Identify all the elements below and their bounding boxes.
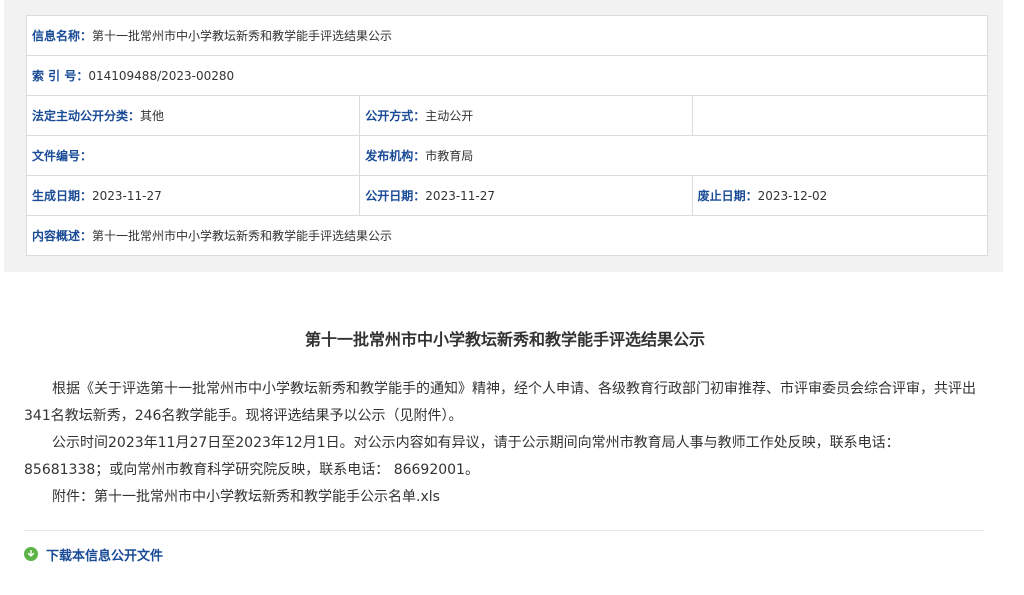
info-metadata-panel: 信息名称：第十一批常州市中小学教坛新秀和教学能手评选结果公示 索 引 号：014… [4,0,1003,272]
publish-date-value: 2023-11-27 [425,189,496,203]
publish-date-label: 公开日期： [365,189,426,203]
index-no-value: 014109488/2023-00280 [88,69,235,83]
article-title: 第十一批常州市中小学教坛新秀和教学能手评选结果公示 [304,330,705,349]
meta-row-index-no: 索 引 号：014109488/2023-00280 [26,55,988,96]
index-no-label: 索 引 号： [32,69,89,83]
meta-cell-index-no: 索 引 号：014109488/2023-00280 [26,55,988,96]
meta-row-summary: 内容概述：第十一批常州市中小学教坛新秀和教学能手评选结果公示 [26,215,988,256]
publish-method-value: 主动公开 [425,109,474,123]
meta-cell-summary: 内容概述：第十一批常州市中小学教坛新秀和教学能手评选结果公示 [26,215,988,256]
meta-cell-created-date: 生成日期：2023-11-27 [25,175,361,216]
article-paragraph: 根据《关于评选第十一批常州市中小学教坛新秀和教学能手的通知》精神，经个人申请、各… [24,381,976,424]
category-value: 其他 [140,109,165,123]
download-file-link[interactable]: 下载本信息公开文件 [24,543,163,565]
expire-date-value: 2023-12-02 [757,189,828,203]
created-date-label: 生成日期： [32,189,93,203]
category-label: 法定主动公开分类： [32,109,141,123]
meta-cell-publish-method: 公开方式：主动公开 [359,95,693,136]
info-name-value: 第十一批常州市中小学教坛新秀和教学能手评选结果公示 [92,29,393,43]
info-metadata-table: 信息名称：第十一批常州市中小学教坛新秀和教学能手评选结果公示 索 引 号：014… [25,15,989,256]
expire-date-label: 废止日期： [697,189,758,203]
meta-cell-empty [691,95,989,136]
doc-no-label: 文件编号： [32,149,93,163]
meta-row-info-name: 信息名称：第十一批常州市中小学教坛新秀和教学能手评选结果公示 [26,15,988,56]
meta-cell-expire-date: 废止日期：2023-12-02 [691,175,989,216]
issuer-value: 市教育局 [425,149,474,163]
meta-cell-issuer: 发布机构：市教育局 [359,135,988,176]
meta-row-category: 法定主动公开分类：其他 公开方式：主动公开 [25,95,989,136]
article-body: 根据《关于评选第十一批常州市中小学教坛新秀和教学能手的通知》精神，经个人申请、各… [24,376,984,511]
meta-cell-category: 法定主动公开分类：其他 [25,95,361,136]
created-date-value: 2023-11-27 [92,189,162,203]
summary-value: 第十一批常州市中小学教坛新秀和教学能手评选结果公示 [92,229,393,243]
meta-cell-publish-date: 公开日期：2023-11-27 [359,175,693,216]
attachment-link[interactable]: 附件：第十一批常州市中小学教坛新秀和教学能手公示名单.xls [24,484,984,511]
issuer-label: 发布机构： [365,149,426,163]
info-name-label: 信息名称： [32,29,93,43]
meta-row-doc-no: 文件编号： 发布机构：市教育局 [25,135,988,176]
article-paragraph: 公示时间2023年11月27日至2023年12月1日。对公示内容如有异议，请于公… [24,435,900,478]
meta-cell-doc-no: 文件编号： [25,135,361,176]
meta-row-dates: 生成日期：2023-11-27 公开日期：2023-11-27 废止日期：202… [25,175,989,216]
summary-label: 内容概述： [32,229,93,243]
section-divider [24,530,984,531]
download-circle-icon [24,547,38,561]
meta-cell-info-name: 信息名称：第十一批常州市中小学教坛新秀和教学能手评选结果公示 [26,15,988,56]
publish-method-label: 公开方式： [365,109,426,123]
download-file-label[interactable]: 下载本信息公开文件 [46,545,163,564]
